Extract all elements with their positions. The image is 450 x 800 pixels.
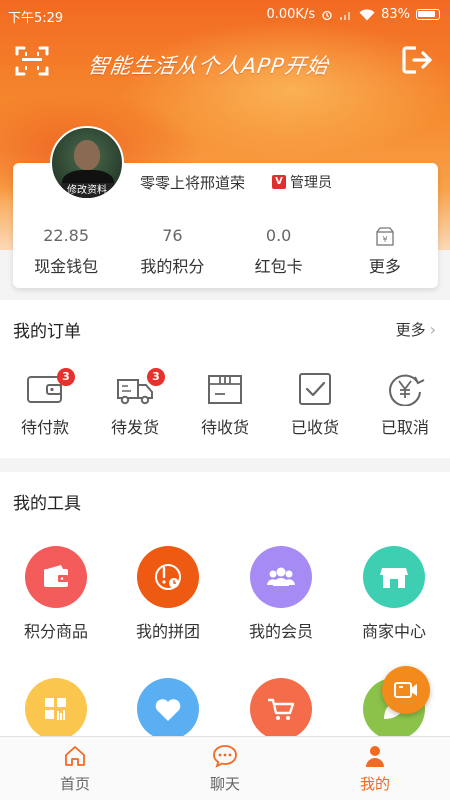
- checkbox-icon: [299, 373, 331, 405]
- tool-icon-circle: [137, 678, 199, 736]
- tool-icon-circle: [25, 546, 87, 608]
- orders-more-link[interactable]: 更多 ›: [396, 319, 436, 340]
- order-cancelled[interactable]: 已取消: [360, 372, 450, 438]
- status-bar: 下午5:29 0.00K/s 83%: [0, 0, 450, 30]
- role-label: 管理员: [290, 175, 332, 191]
- profile-stats: 22.85 现金钱包 76 我的积分 0.0 红包卡 ¥ 更多: [13, 225, 438, 280]
- order-pending-shipment[interactable]: 3 待发货: [90, 368, 180, 438]
- tool-icon-circle: [137, 546, 199, 608]
- tool-icon-circle: [250, 678, 312, 736]
- video-camera-icon: [394, 682, 417, 698]
- tool-label: 积分商品: [23, 622, 88, 641]
- tool-item[interactable]: [0, 678, 112, 736]
- stat-more-icon-wrap: ¥: [332, 225, 438, 247]
- logout-icon[interactable]: [400, 44, 434, 76]
- slogan-text: 智能生活从个人APP开始: [86, 54, 331, 78]
- tool-icon-circle: [250, 546, 312, 608]
- tool-label: 商家中心: [361, 622, 426, 641]
- package-icon: [208, 375, 242, 404]
- tool-members[interactable]: 我的会员: [225, 546, 337, 642]
- net-speed: 0.00K/s: [266, 7, 316, 22]
- battery-percent: 83%: [381, 7, 410, 22]
- chat-icon: [213, 745, 237, 768]
- vip-badge-icon: V: [272, 175, 286, 189]
- order-pending-receipt[interactable]: 待收货: [180, 372, 270, 438]
- tab-label: 首页: [59, 775, 90, 793]
- stat-label: 更多: [368, 257, 401, 276]
- order-status-row: 3 待付款 3 待发货 待收货 已收货 已取消: [0, 368, 450, 438]
- order-label: 待收货: [200, 418, 249, 437]
- gift-box-icon: ¥: [376, 227, 394, 246]
- order-label: 已取消: [380, 418, 429, 437]
- status-time: 下午5:29: [8, 11, 64, 26]
- order-label: 待付款: [20, 418, 69, 437]
- order-received[interactable]: 已收货: [270, 372, 360, 438]
- battery-icon: [416, 9, 440, 20]
- stat-label: 我的积分: [140, 257, 205, 276]
- order-badge: 3: [57, 368, 75, 386]
- tab-label: 聊天: [209, 775, 240, 793]
- tool-points-goods[interactable]: 积分商品: [0, 546, 112, 642]
- stat-label: 红包卡: [254, 257, 303, 276]
- stat-cash-wallet[interactable]: 22.85 现金钱包: [13, 225, 119, 280]
- video-call-button[interactable]: [382, 666, 430, 714]
- wallet-icon: [44, 565, 68, 587]
- heart-icon: [155, 699, 181, 721]
- alarm-icon: [322, 10, 332, 20]
- chevron-right-icon: ›: [429, 320, 436, 339]
- bottom-tab-bar: 首页 聊天 我的: [0, 736, 450, 800]
- tab-chat[interactable]: 聊天: [150, 737, 300, 800]
- stat-red-packet-card[interactable]: 0.0 红包卡: [226, 225, 332, 280]
- wifi-icon: [359, 8, 375, 20]
- stat-value: 0.0: [265, 226, 292, 245]
- tool-label: 我的会员: [248, 622, 313, 641]
- stat-value: 22.85: [43, 226, 90, 245]
- tool-merchant-center[interactable]: 商家中心: [338, 546, 450, 642]
- signal-icon: [340, 11, 351, 20]
- orders-section: 我的订单 更多 › 3 待付款 3 待发货 待收货 已收货 已取消: [0, 300, 450, 458]
- tool-item[interactable]: [112, 678, 224, 736]
- order-badge: 3: [147, 368, 165, 386]
- status-right: 0.00K/s 83%: [266, 7, 440, 22]
- orders-title: 我的订单: [13, 322, 81, 342]
- tool-group-buy[interactable]: 我的拼团: [112, 546, 224, 642]
- order-label: 已收货: [290, 418, 339, 437]
- stat-value: 76: [162, 226, 183, 245]
- store-icon: [380, 568, 408, 588]
- tool-item[interactable]: [225, 678, 337, 736]
- tab-mine[interactable]: 我的: [300, 737, 450, 800]
- scan-icon[interactable]: [14, 44, 50, 78]
- edit-profile-label[interactable]: 修改资料: [52, 183, 122, 198]
- order-pending-payment[interactable]: 3 待付款: [0, 368, 90, 438]
- role-tag: V 管理员: [272, 172, 332, 192]
- grid-icon: [45, 698, 66, 720]
- more-label: 更多: [395, 321, 426, 339]
- tab-label: 我的: [359, 775, 390, 793]
- tool-icon-circle: [25, 678, 87, 736]
- group-buy-icon: [155, 564, 181, 590]
- order-label: 待发货: [110, 418, 159, 437]
- stat-points[interactable]: 76 我的积分: [119, 225, 225, 280]
- yen-refund-icon: [389, 374, 425, 406]
- tools-title: 我的工具: [13, 494, 81, 514]
- cart-icon: [268, 698, 295, 720]
- avatar[interactable]: 修改资料: [50, 126, 124, 200]
- tool-icon-circle: [363, 546, 425, 608]
- home-icon: [65, 746, 85, 766]
- person-icon: [366, 746, 384, 767]
- tab-home[interactable]: 首页: [0, 737, 150, 800]
- username: 零零上将邢道荣: [140, 174, 246, 192]
- stat-more[interactable]: ¥ 更多: [332, 225, 438, 280]
- svg-text:¥: ¥: [382, 235, 387, 244]
- tool-label: 我的拼团: [135, 622, 200, 641]
- members-icon: [267, 567, 295, 586]
- stat-label: 现金钱包: [34, 257, 99, 276]
- avatar-face: [74, 140, 100, 170]
